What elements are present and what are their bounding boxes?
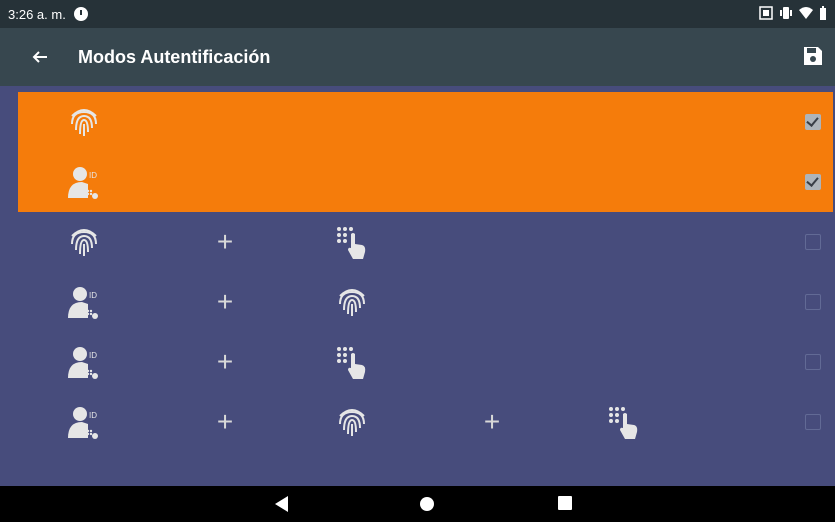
back-button[interactable] bbox=[28, 45, 52, 69]
plus-icon: + bbox=[216, 346, 234, 377]
plus-icon: + bbox=[216, 286, 234, 317]
app-bar: Modos Autentificación bbox=[0, 28, 835, 86]
id-badge-label: ID bbox=[89, 171, 97, 180]
auth-mode-row[interactable] bbox=[18, 92, 833, 152]
nav-home-icon[interactable] bbox=[419, 496, 435, 512]
fingerprint-icon bbox=[339, 409, 365, 436]
nav-back-icon[interactable] bbox=[275, 496, 289, 512]
user-id-icon: ID bbox=[68, 347, 98, 379]
fingerprint-icon bbox=[339, 289, 365, 316]
plus-icon: + bbox=[483, 406, 501, 437]
checkbox[interactable] bbox=[805, 114, 821, 130]
plus-icon: + bbox=[216, 406, 234, 437]
system-nav-bar bbox=[0, 486, 835, 522]
id-badge-label: ID bbox=[89, 291, 97, 300]
id-badge-label: ID bbox=[89, 351, 97, 360]
auth-mode-row[interactable]: ID bbox=[18, 152, 833, 212]
status-icons bbox=[759, 6, 827, 20]
status-bar: 3:26 a. m. bbox=[0, 0, 835, 28]
auth-mode-row[interactable]: ID + bbox=[18, 332, 833, 392]
checkbox[interactable] bbox=[805, 234, 821, 250]
user-id-icon: ID bbox=[68, 287, 98, 319]
fingerprint-icon bbox=[71, 109, 97, 136]
status-time: 3:26 a. m. bbox=[8, 6, 66, 22]
fingerprint-icon bbox=[71, 229, 97, 256]
save-icon[interactable] bbox=[801, 44, 825, 68]
clock-icon bbox=[73, 7, 88, 21]
plus-icon: + bbox=[216, 226, 234, 257]
wifi-icon bbox=[799, 7, 813, 19]
screenshot-icon bbox=[759, 6, 773, 20]
user-id-icon: ID bbox=[68, 407, 98, 439]
auth-mode-list: ID + ID + ID + ID + + bbox=[0, 86, 835, 486]
page-title: Modos Autentificación bbox=[78, 46, 271, 67]
vibrate-icon bbox=[780, 7, 792, 19]
battery-icon bbox=[820, 6, 826, 20]
user-id-icon: ID bbox=[68, 167, 98, 199]
checkbox[interactable] bbox=[805, 294, 821, 310]
keypad-touch-icon bbox=[609, 407, 638, 439]
arrow-back-icon bbox=[32, 51, 47, 63]
auth-mode-row[interactable]: + bbox=[18, 212, 833, 272]
checkbox[interactable] bbox=[805, 174, 821, 190]
keypad-touch-icon bbox=[337, 347, 366, 379]
checkbox[interactable] bbox=[805, 354, 821, 370]
id-badge-label: ID bbox=[89, 411, 97, 420]
auth-mode-row[interactable]: ID + + bbox=[18, 392, 833, 452]
keypad-touch-icon bbox=[337, 227, 366, 259]
checkbox[interactable] bbox=[805, 414, 821, 430]
auth-mode-row[interactable]: ID + bbox=[18, 272, 833, 332]
nav-recents-icon[interactable] bbox=[558, 496, 572, 510]
screen: 3:26 a. m. Modos Autentificación ID + ID… bbox=[0, 0, 835, 522]
